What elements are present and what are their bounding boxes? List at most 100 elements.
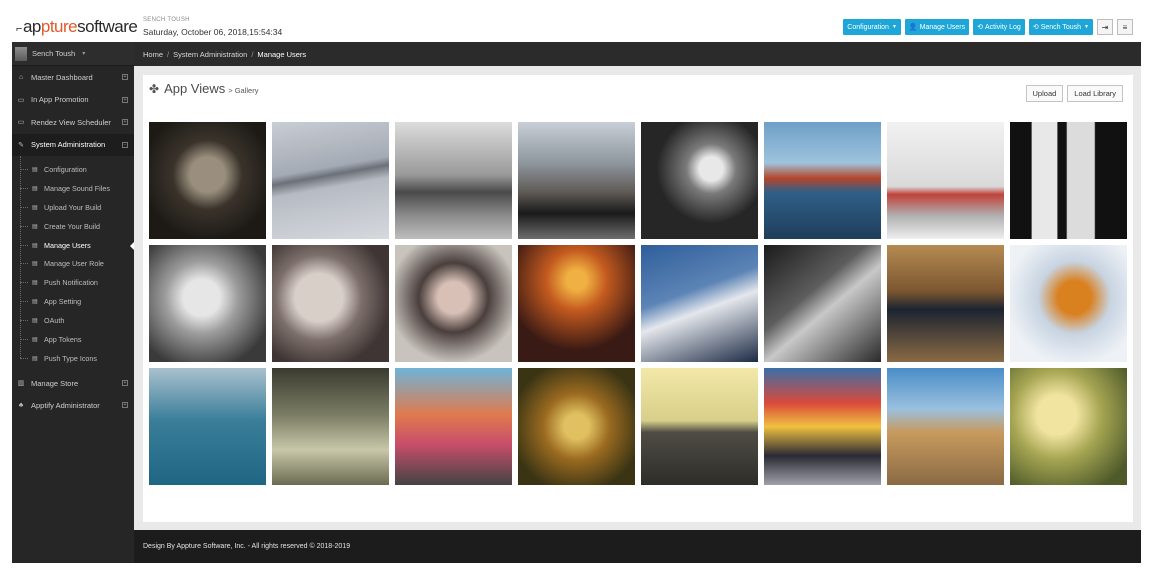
user-profile[interactable]: Sench Toush ▾ <box>12 42 134 66</box>
gallery-image-times-square[interactable] <box>764 368 881 485</box>
gallery-image-empty-road[interactable] <box>641 368 758 485</box>
card-header: ✤ App Views > Gallery <box>149 81 258 96</box>
user-icon: 👤 <box>908 24 918 31</box>
sign-out-icon: ⇥ <box>1101 22 1109 32</box>
user-menu-label: Sench Toush <box>1040 23 1082 31</box>
logo-text-accent: pture <box>40 17 78 36</box>
logout-button[interactable]: ⇥ <box>1097 19 1113 35</box>
gallery-image-window-silhouette[interactable] <box>1010 122 1127 239</box>
gallery-image-guitar[interactable] <box>764 245 881 362</box>
user-menu-button[interactable]: ⟲ Sench Toush ▼ <box>1028 19 1093 35</box>
history-icon: ⟲ <box>977 24 984 31</box>
gallery-image-dragonfly[interactable] <box>518 368 635 485</box>
gallery-image-astronaut[interactable] <box>641 245 758 362</box>
list-icon: ▤ <box>32 185 38 192</box>
submenu-item-oauth[interactable]: ▤ OAuth <box>12 311 134 330</box>
gallery-image-skateboarder[interactable] <box>272 368 389 485</box>
gallery-image-colosseum[interactable] <box>887 368 1004 485</box>
gallery-image-foggy-bridge[interactable] <box>272 122 389 239</box>
edit-icon: ✎ <box>18 141 24 149</box>
list-icon: ▤ <box>32 336 38 343</box>
submenu-item-push-notification[interactable]: ▤ Push Notification <box>12 273 134 292</box>
gallery-image-clock-face[interactable] <box>272 245 389 362</box>
gallery-image-vintage-camera[interactable] <box>149 122 266 239</box>
submenu-item-manage-users[interactable]: ▤ Manage Users <box>12 236 135 255</box>
gallery-image-tiger-snow[interactable] <box>1010 245 1127 362</box>
gallery-image-girls-with-stroller[interactable] <box>395 368 512 485</box>
app-name: SENCH TOUSH <box>143 17 190 23</box>
sitemap-icon: ♣ <box>18 402 24 410</box>
top-bar: ⌐appturesoftware SENCH TOUSH Saturday, O… <box>12 12 1141 42</box>
load-library-button[interactable]: Load Library <box>1067 85 1123 102</box>
list-icon: ▤ <box>32 318 38 325</box>
sidebar-item-system-administration[interactable]: ✎ System Administration − <box>12 133 134 156</box>
submenu-item-app-tokens[interactable]: ▤ App Tokens <box>12 330 134 349</box>
page-subtitle: > Gallery <box>228 86 259 95</box>
configuration-label: Configuration <box>847 23 889 31</box>
logo-text-suffix: software <box>77 17 138 36</box>
page-title: App Views <box>164 81 226 96</box>
activity-log-button[interactable]: ⟲ Activity Log <box>973 19 1025 35</box>
gallery-image-desk-lamp[interactable] <box>641 122 758 239</box>
activity-log-label: Activity Log <box>985 23 1021 31</box>
current-datetime: Saturday, October 06, 2018,15:54:34 <box>143 27 283 37</box>
sidebar-item-label: Apptify Administrator <box>31 401 100 411</box>
company-logo[interactable]: ⌐appturesoftware <box>16 17 138 37</box>
breadcrumb-current: Manage Users <box>257 49 307 59</box>
gallery-image-dancer[interactable] <box>887 122 1004 239</box>
submenu-label: Create Your Build <box>44 221 100 231</box>
footer: Design By Appture Software, Inc. - All r… <box>134 530 1141 563</box>
gallery-image-woman-with-hat[interactable] <box>395 245 512 362</box>
sidebar-item-label: Manage Store <box>31 378 79 388</box>
gallery-image-range-rover[interactable] <box>518 122 635 239</box>
app-window: ⌐appturesoftware SENCH TOUSH Saturday, O… <box>12 12 1141 563</box>
gallery-image-railway-girl[interactable] <box>395 122 512 239</box>
breadcrumb-separator: / <box>251 49 254 59</box>
list-icon: ▤ <box>32 280 38 287</box>
sidebar-item-label: Master Dashboard <box>31 72 93 82</box>
caret-down-icon: ▼ <box>891 24 897 30</box>
gallery-image-smoking-woman[interactable] <box>149 245 266 362</box>
upload-button[interactable]: Upload <box>1025 85 1064 102</box>
submenu-item-configuration[interactable]: ▤ Configuration <box>12 160 134 179</box>
submenu-item-app-setting[interactable]: ▤ App Setting <box>12 292 134 311</box>
image-gallery <box>149 122 1127 485</box>
sidebar-item-in-app-promotion[interactable]: ▭ In App Promotion + <box>12 89 134 112</box>
gallery-image-frozen-trees[interactable] <box>149 368 266 485</box>
history-icon: ⟲ <box>1032 24 1039 31</box>
submenu-label: Upload Your Build <box>44 202 102 212</box>
breadcrumb-system-administration[interactable]: System Administration <box>173 50 247 59</box>
configuration-dropdown-button[interactable]: Configuration ▼ <box>843 19 901 35</box>
submenu-item-manage-user-role[interactable]: ▤ Manage User Role <box>12 254 134 273</box>
breadcrumb-home[interactable]: Home <box>143 50 163 59</box>
expand-icon: + <box>122 379 128 386</box>
avatar <box>15 46 27 61</box>
submenu-item-push-type-icons[interactable]: ▤ Push Type Icons <box>12 349 134 368</box>
manage-users-label: Manage Users <box>919 23 966 31</box>
submenu-item-create-your-build[interactable]: ▤ Create Your Build <box>12 217 134 236</box>
list-icon: ▤ <box>32 166 38 173</box>
gallery-image-golden-gate-bridge[interactable] <box>764 122 881 239</box>
home-icon: ⌂ <box>18 73 24 81</box>
top-actions: Configuration ▼ 👤 Manage Users ⟲ Activit… <box>843 19 1133 35</box>
sidebar-item-apptify-administrator[interactable]: ♣ Apptify Administrator + <box>12 394 134 417</box>
list-icon: ▤ <box>32 204 38 211</box>
hamburger-icon: ≡ <box>1122 22 1128 32</box>
submenu-label: Configuration <box>44 164 87 174</box>
breadcrumb: Home / System Administration / Manage Us… <box>134 42 1141 66</box>
list-icon: ▤ <box>32 299 38 306</box>
gallery-image-flip-clock-1249[interactable] <box>887 245 1004 362</box>
expand-icon: + <box>122 74 128 80</box>
sidebar-item-master-dashboard[interactable]: ⌂ Master Dashboard + <box>12 66 134 89</box>
sidebar-item-manage-store[interactable]: ▥ Manage Store + <box>12 372 134 395</box>
gallery-image-cardboard-robot-bicycle[interactable] <box>1010 368 1127 485</box>
menu-toggle-button[interactable]: ≡ <box>1117 19 1133 35</box>
main-content: ✤ App Views > Gallery Upload Load Librar… <box>134 66 1141 530</box>
sidebar-item-rendez-view-scheduler[interactable]: ▭ Rendez View Scheduler + <box>12 111 134 134</box>
gallery-image-festival-lights[interactable] <box>518 245 635 362</box>
submenu-item-upload-your-build[interactable]: ▤ Upload Your Build <box>12 198 134 217</box>
submenu-item-manage-sound-files[interactable]: ▤ Manage Sound Files <box>12 179 134 198</box>
submenu-label: App Tokens <box>44 334 82 344</box>
manage-users-button[interactable]: 👤 Manage Users <box>904 19 970 35</box>
gallery-card: ✤ App Views > Gallery Upload Load Librar… <box>143 75 1133 522</box>
